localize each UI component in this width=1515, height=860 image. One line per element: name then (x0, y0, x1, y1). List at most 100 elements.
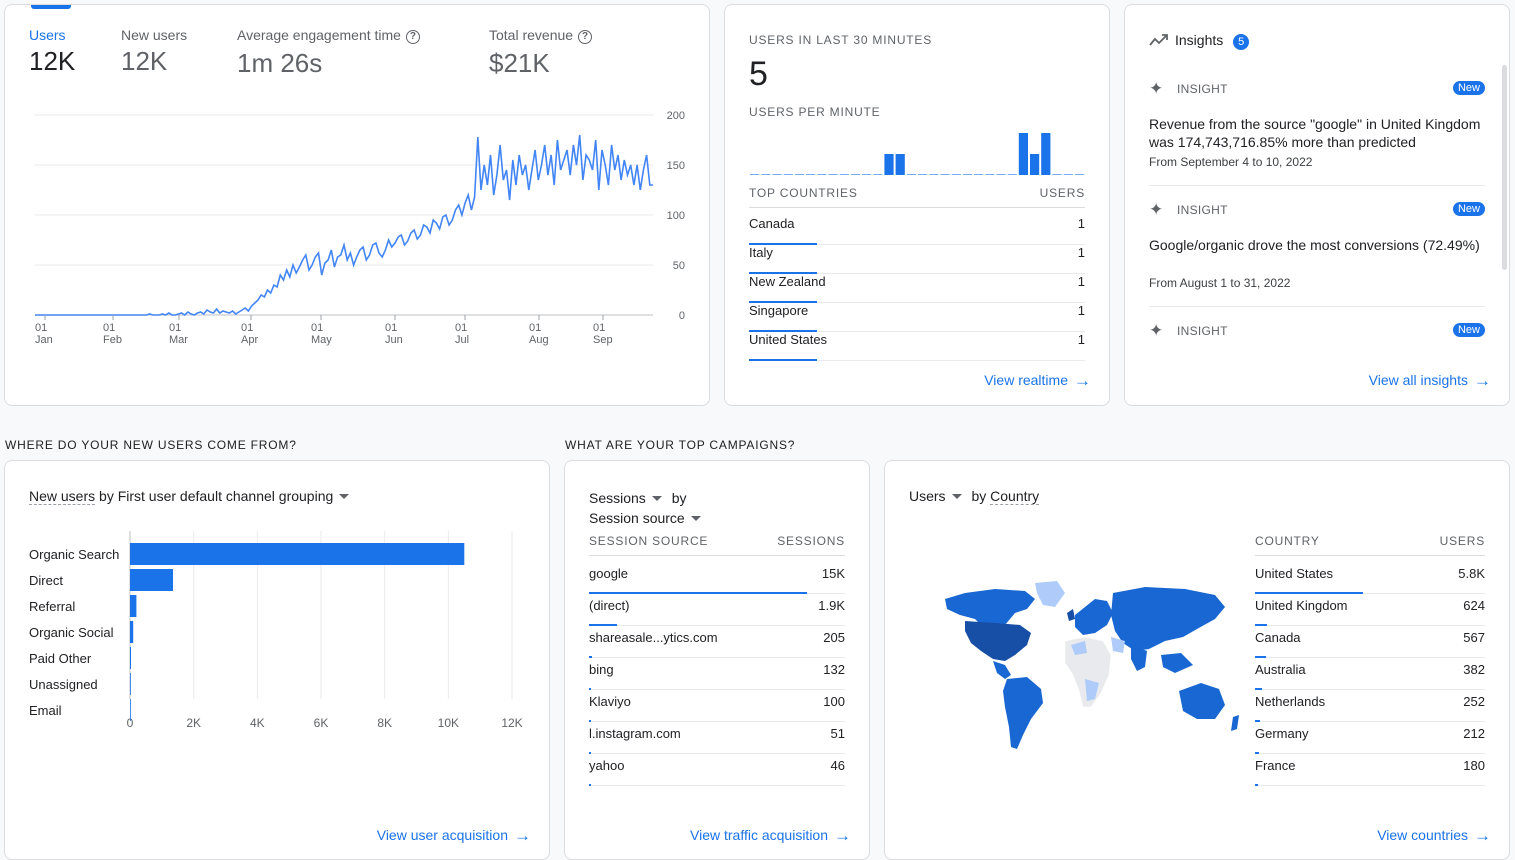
view-realtime-link[interactable]: View realtime → (984, 371, 1091, 391)
per-minute-bar[interactable] (1041, 133, 1051, 175)
table-row[interactable]: Klaviyo 100 (589, 689, 845, 722)
per-minute-bar[interactable] (1074, 174, 1084, 175)
per-minute-bar[interactable] (806, 174, 816, 175)
per-minute-bar[interactable] (750, 174, 760, 175)
country-name: United States (1255, 566, 1334, 581)
kpi-tab-3[interactable]: Total revenue? $21K (489, 27, 593, 79)
table-row[interactable]: Australia 382 (1255, 657, 1485, 690)
help-icon[interactable]: ? (578, 30, 593, 44)
per-minute-bar[interactable] (996, 174, 1006, 175)
per-minute-bar[interactable] (940, 174, 950, 175)
kpi-tab-2[interactable]: Average engagement time? 1m 26s (237, 27, 420, 79)
kpi-tab-0[interactable]: Users 12K (29, 27, 75, 77)
table-row[interactable]: Canada 1 (749, 215, 1085, 245)
table-row[interactable]: France 180 (1255, 753, 1485, 786)
users-per-minute-title: USERS PER MINUTE (749, 105, 881, 119)
africa (1064, 636, 1112, 708)
table-row[interactable]: l.instagram.com 51 (589, 721, 845, 754)
per-minute-bar[interactable] (1052, 174, 1062, 175)
country-users: 212 (1463, 726, 1485, 741)
kpi-label: Total revenue (489, 27, 574, 43)
table-row[interactable]: Italy 1 (749, 244, 1085, 274)
per-minute-bar[interactable] (761, 174, 771, 175)
per-minute-bar[interactable] (1030, 154, 1040, 175)
table-row[interactable]: (direct) 1.9K (589, 593, 845, 626)
chevron-down-icon (690, 516, 701, 521)
acquisition-card-title[interactable]: New users by First user default channel … (29, 488, 350, 505)
per-minute-bar[interactable] (906, 174, 916, 175)
per-minute-bar[interactable] (828, 174, 838, 175)
table-row[interactable]: United States 1 (749, 331, 1085, 361)
x-tick-month: May (311, 334, 332, 346)
channel-bar[interactable] (130, 543, 465, 565)
dimension-selector[interactable]: by First user default channel grouping (95, 488, 333, 504)
per-minute-bar[interactable] (794, 174, 804, 175)
country-users: 252 (1463, 694, 1485, 709)
channel-bar[interactable] (130, 621, 134, 643)
country-users: 1 (1077, 303, 1085, 318)
per-minute-bar[interactable] (1018, 133, 1028, 175)
channel-bar[interactable] (130, 673, 131, 695)
view-user-acquisition-link[interactable]: View user acquisition → (377, 826, 531, 846)
per-minute-bar[interactable] (862, 174, 872, 175)
per-minute-bar[interactable] (873, 174, 883, 175)
country-dimension-selector[interactable]: Country (990, 488, 1040, 505)
per-minute-bar[interactable] (772, 174, 782, 175)
help-icon[interactable]: ? (405, 30, 420, 44)
channel-bar[interactable] (130, 569, 173, 591)
insight-item[interactable]: ✦ INSIGHT New Google/organic drove the most… (1149, 200, 1485, 307)
per-minute-bar[interactable] (850, 174, 860, 175)
country-users: 567 (1463, 630, 1485, 645)
insight-tag: INSIGHT (1177, 82, 1228, 96)
source-sessions: 1.9K (818, 598, 845, 613)
kpi-tab-1[interactable]: New users 12K (121, 27, 187, 77)
country-users: 382 (1463, 662, 1485, 677)
sparkle-icon: ✦ (1149, 200, 1164, 219)
metric-selector[interactable]: New users (29, 488, 96, 505)
table-row[interactable]: Germany 212 (1255, 721, 1485, 754)
table-row[interactable]: United Kingdom 624 (1255, 593, 1485, 626)
per-minute-bar[interactable] (1007, 174, 1017, 175)
per-minute-bar[interactable] (951, 174, 961, 175)
table-row[interactable]: Singapore 1 (749, 302, 1085, 332)
per-minute-bar[interactable] (895, 154, 905, 175)
channel-bar[interactable] (130, 647, 131, 669)
table-row[interactable]: bing 132 (589, 657, 845, 690)
per-minute-bar[interactable] (918, 174, 928, 175)
per-minute-bar[interactable] (783, 174, 793, 175)
source-sessions: 132 (823, 662, 845, 677)
session-source-header: SESSION SOURCE (589, 534, 709, 548)
insight-item[interactable]: ✦ INSIGHT New Revenue from the source "goog… (1149, 79, 1485, 186)
channel-bar[interactable] (130, 699, 131, 721)
view-all-insights-link[interactable]: View all insights → (1369, 371, 1491, 391)
x-tick-label: 2K (186, 716, 201, 730)
table-row[interactable]: yahoo 46 (589, 753, 845, 786)
per-minute-bar[interactable] (1063, 174, 1073, 175)
insights-scrollbar[interactable] (1502, 65, 1507, 270)
table-row[interactable]: United States 5.8K (1255, 561, 1485, 594)
view-countries-link[interactable]: View countries → (1377, 826, 1491, 846)
per-minute-bar[interactable] (985, 174, 995, 175)
view-traffic-acquisition-label: View traffic acquisition (690, 827, 828, 843)
x-tick-label: 4K (250, 716, 265, 730)
per-minute-bar[interactable] (817, 174, 827, 175)
table-row[interactable]: shareasale...ytics.com 205 (589, 625, 845, 658)
chevron-down-icon (951, 494, 962, 499)
view-traffic-acquisition-link[interactable]: View traffic acquisition → (690, 826, 851, 846)
per-minute-bar[interactable] (929, 174, 939, 175)
per-minute-bar[interactable] (962, 174, 972, 175)
sessions-metric-selector[interactable]: Sessions (589, 490, 662, 506)
channel-bar[interactable] (130, 595, 137, 617)
session-source-selector[interactable]: Session source (589, 510, 701, 526)
table-row[interactable]: Netherlands 252 (1255, 689, 1485, 722)
table-row[interactable]: google 15K (589, 561, 845, 594)
per-minute-bar[interactable] (884, 154, 894, 175)
per-minute-bar[interactable] (974, 174, 984, 175)
users-metric-selector[interactable]: Users (909, 488, 962, 504)
country-users: 624 (1463, 598, 1485, 613)
per-minute-bar[interactable] (839, 174, 849, 175)
table-row[interactable]: Canada 567 (1255, 625, 1485, 658)
trending-icon (1149, 34, 1168, 46)
insight-tag: INSIGHT (1177, 203, 1228, 217)
table-row[interactable]: New Zealand 1 (749, 273, 1085, 303)
